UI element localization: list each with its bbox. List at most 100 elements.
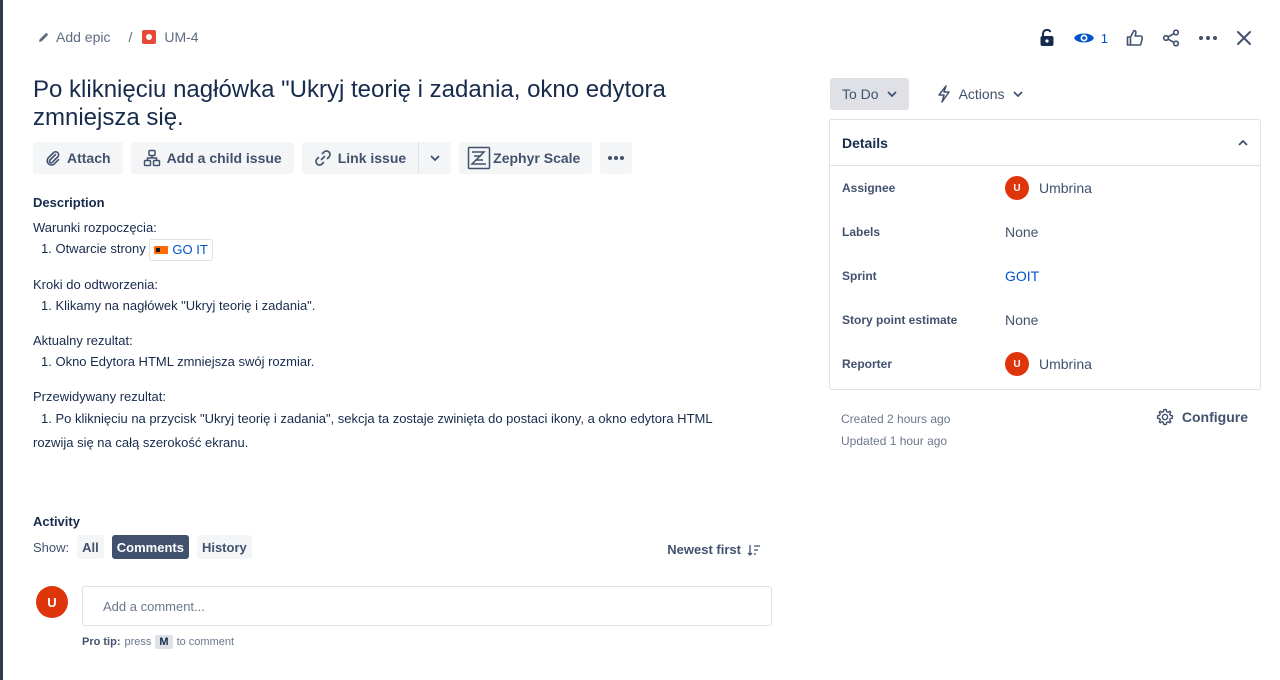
sort-descending-icon [747, 544, 760, 556]
issue-key-label: UM-4 [164, 29, 199, 45]
issue-toolbar: Attach Add a child issue Link issue Zeph… [33, 142, 633, 174]
pro-tip-press: press [124, 636, 152, 648]
field-labels[interactable]: Labels None [830, 210, 1260, 254]
assignee-name: Umbrina [1039, 180, 1092, 196]
chevron-down-icon [430, 155, 440, 161]
link-issue-button[interactable]: Link issue [302, 142, 420, 174]
sprint-link[interactable]: GOIT [1005, 268, 1039, 284]
issue-key-link[interactable]: UM-4 [142, 29, 199, 45]
actions-label: Actions [958, 86, 1005, 102]
description-block-title: Aktualny rezultat: [33, 332, 133, 348]
description-list-item: 1. Okno Edytora HTML zmniejsza swój rozm… [41, 353, 315, 369]
attach-label: Attach [67, 150, 111, 166]
field-label: Sprint [842, 269, 877, 283]
zephyr-icon [467, 146, 491, 170]
gear-icon [1156, 408, 1174, 426]
restrictions-button[interactable] [1039, 26, 1055, 50]
add-child-issue-button[interactable]: Add a child issue [130, 142, 294, 174]
description-block-1: Warunki rozpoczęcia: 1. Otwarcie strony … [33, 218, 773, 261]
more-actions-button[interactable] [1198, 26, 1218, 50]
vote-button[interactable] [1126, 26, 1144, 50]
field-story-points[interactable]: Story point estimate None [830, 298, 1260, 342]
avatar: U [36, 586, 68, 618]
filter-history[interactable]: History [196, 535, 252, 559]
field-value: None [1005, 312, 1039, 328]
reporter-name: Umbrina [1039, 356, 1092, 372]
actions-dropdown[interactable]: Actions [925, 78, 1035, 110]
pro-tip-label: Pro tip: [82, 636, 121, 648]
description-list-item: 1. Otwarcie strony GO IT [33, 238, 773, 261]
goit-smart-link[interactable]: GO IT [149, 238, 213, 261]
avatar: U [1005, 352, 1029, 376]
link-issue-label: Link issue [337, 150, 407, 166]
configure-label: Configure [1181, 409, 1248, 425]
field-assignee[interactable]: Assignee U Umbrina [830, 166, 1260, 210]
description-block-title: Kroki do odtworzenia: [33, 276, 159, 292]
share-icon [1162, 29, 1180, 47]
watch-count: 1 [1100, 30, 1108, 46]
attach-button[interactable]: Attach [33, 142, 123, 174]
field-label: Assignee [842, 181, 896, 195]
link-issue-dropdown[interactable] [419, 142, 451, 174]
field-label: Reporter [842, 357, 893, 371]
lightning-icon [937, 85, 950, 103]
pro-tip-rest: to comment [176, 636, 235, 648]
status-dropdown[interactable]: To Do [830, 78, 909, 110]
created-time: Created 2 hours ago [841, 412, 951, 426]
add-child-issue-label: Add a child issue [166, 150, 282, 166]
chevron-up-icon [1238, 139, 1248, 146]
add-epic-label: Add epic [56, 29, 111, 45]
issue-header-actions: 1 [1039, 26, 1252, 50]
unlock-icon [1040, 29, 1054, 46]
pencil-icon [39, 32, 49, 42]
close-icon [1237, 31, 1251, 45]
field-label: Story point estimate [842, 313, 958, 327]
bug-icon [142, 30, 157, 44]
link-issue-split-button: Link issue [301, 142, 452, 174]
zephyr-scale-label: Zephyr Scale [493, 150, 581, 166]
hierarchy-icon [143, 149, 160, 167]
add-epic-link[interactable]: Add epic [38, 29, 110, 45]
goit-logo-icon [154, 245, 169, 254]
description-item-text: 1. Otwarcie strony [41, 241, 146, 256]
description-list-item: 1. Klikamy na nagłówek "Ukryj teorię i z… [41, 297, 316, 313]
sort-order-button[interactable]: Newest first [667, 542, 761, 557]
description-block-title: Warunki rozpoczęcia: [33, 220, 157, 235]
filter-comments[interactable]: Comments [111, 535, 189, 559]
updated-time: Updated 1 hour ago [841, 434, 948, 448]
field-sprint[interactable]: Sprint GOIT [830, 254, 1260, 298]
watch-button[interactable]: 1 [1073, 26, 1108, 50]
pro-tip: Pro tip: press M to comment [82, 635, 234, 649]
filter-all[interactable]: All [77, 535, 104, 559]
field-reporter[interactable]: Reporter U Umbrina [830, 342, 1260, 386]
share-button[interactable] [1162, 26, 1180, 50]
breadcrumb: Add epic / UM-4 [38, 29, 199, 45]
close-button[interactable] [1236, 26, 1252, 50]
toolbar-more-button[interactable] [600, 142, 633, 174]
description-block-4: Przewidywany rezultat: 1. Po kliknięciu … [33, 387, 773, 455]
avatar: U [1005, 176, 1029, 200]
issue-title[interactable]: Po kliknięciu nagłówka "Ukryj teorię i z… [33, 76, 733, 132]
description-block-3: Aktualny rezultat: 1. Okno Edytora HTML … [33, 331, 773, 373]
field-label: Labels [842, 225, 881, 239]
details-title: Details [842, 134, 888, 151]
keyboard-shortcut-key: M [155, 635, 173, 649]
status-label: To Do [842, 86, 879, 102]
show-label: Show: [33, 539, 70, 555]
field-value: None [1005, 224, 1039, 240]
activity-heading: Activity [33, 514, 80, 529]
description-section[interactable]: Description Warunki rozpoczęcia: 1. Otwa… [33, 195, 773, 469]
comment-input[interactable]: Add a comment... [82, 586, 772, 626]
link-icon [314, 150, 331, 166]
configure-button[interactable]: Configure [1156, 408, 1248, 426]
chevron-down-icon [1012, 91, 1023, 97]
zephyr-scale-button[interactable]: Zephyr Scale [459, 142, 593, 174]
field-value: U Umbrina [1005, 352, 1092, 376]
details-header[interactable]: Details [830, 120, 1260, 166]
field-value: U Umbrina [1005, 176, 1092, 200]
description-list-item: 1. Po kliknięciu na przycisk "Ukryj teor… [41, 410, 713, 426]
details-panel: Details Assignee U Umbrina Labels None S… [829, 119, 1261, 390]
description-list-item-continuation: rozwija się na całą szerokość ekranu. [33, 434, 249, 450]
issue-timestamps: Created 2 hours ago Updated 1 hour ago [841, 408, 950, 452]
activity-section: Activity Show: All Comments History Newe… [33, 514, 773, 559]
